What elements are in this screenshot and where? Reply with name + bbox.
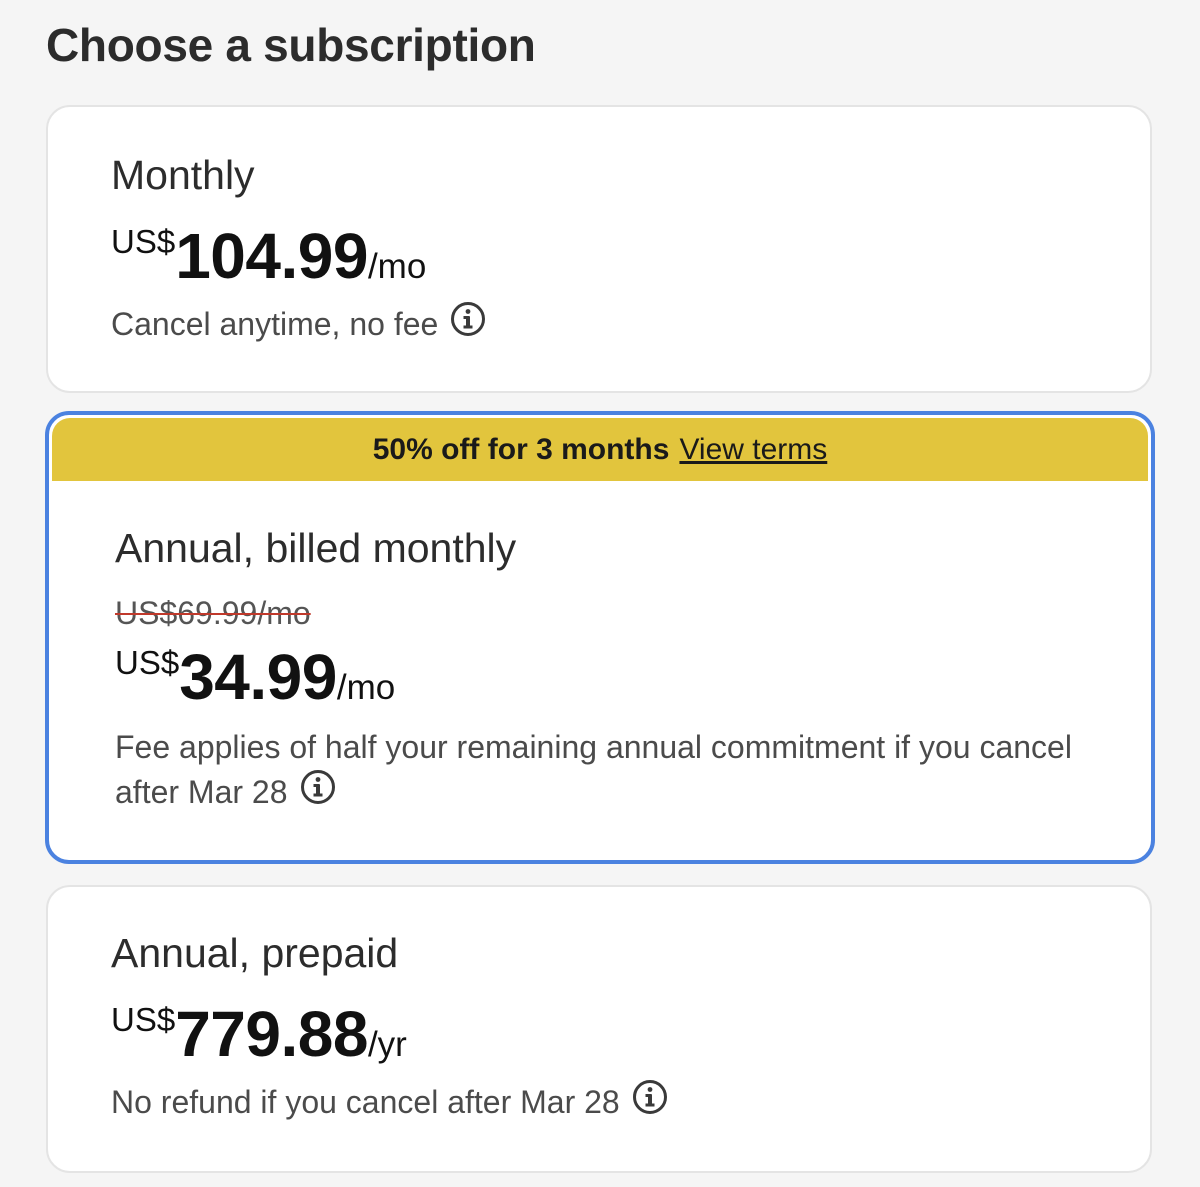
plan-note: Fee applies of half your remaining annua… [115, 725, 1075, 819]
info-icon[interactable] [300, 769, 336, 817]
plan-card-annual-prepaid[interactable]: Annual, prepaid US$779.88/yr No refund i… [46, 885, 1152, 1173]
price-amount: 779.88 [175, 998, 368, 1070]
price-currency: US$ [111, 1001, 176, 1038]
price-amount: 104.99 [175, 220, 368, 292]
plan-price: US$779.88/yr [111, 997, 407, 1071]
info-icon[interactable] [450, 301, 486, 349]
plan-note-text: Cancel anytime, no fee [111, 306, 439, 342]
plan-note: No refund if you cancel after Mar 28 [111, 1079, 668, 1129]
page-title: Choose a subscription [46, 19, 536, 71]
price-period: /mo [336, 668, 396, 707]
plan-price: US$34.99/mo [115, 640, 395, 714]
plan-note-text: Fee applies of half your remaining annua… [115, 729, 1072, 810]
promo-banner: 50% off for 3 months View terms [52, 418, 1148, 481]
plan-note-text: No refund if you cancel after Mar 28 [111, 1084, 620, 1120]
plan-name: Annual, billed monthly [115, 525, 517, 571]
price-period: /yr [367, 1025, 407, 1064]
price-amount: 34.99 [179, 641, 337, 713]
price-period: /mo [367, 247, 427, 286]
original-price: US$69.99/mo [115, 595, 311, 631]
price-currency: US$ [115, 644, 180, 681]
promo-text: 50% off for 3 months [372, 433, 670, 466]
plan-name: Annual, prepaid [111, 930, 399, 976]
view-terms-link[interactable]: View terms [679, 433, 827, 466]
plan-price: US$104.99/mo [111, 219, 426, 293]
plan-note: Cancel anytime, no fee [111, 301, 486, 351]
plan-name: Monthly [111, 152, 255, 198]
info-icon[interactable] [632, 1079, 668, 1127]
price-currency: US$ [111, 223, 176, 260]
plan-card-annual-billed-monthly[interactable]: 50% off for 3 months View terms Annual, b… [45, 411, 1155, 864]
plan-card-monthly[interactable]: Monthly US$104.99/mo Cancel anytime, no … [46, 105, 1152, 393]
